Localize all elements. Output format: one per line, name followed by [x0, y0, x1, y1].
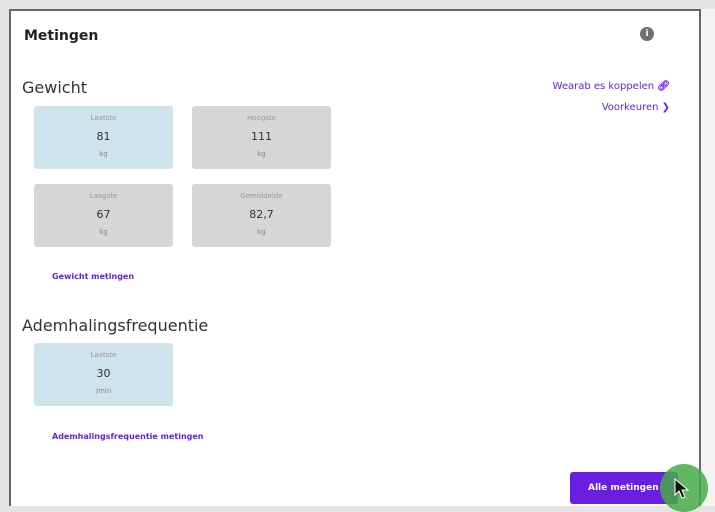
info-icon[interactable]: i: [640, 27, 654, 41]
section-title-gewicht: Gewicht: [22, 78, 87, 97]
tile-label: Gemiddelde: [240, 192, 283, 200]
gewicht-metingen-link[interactable]: Gewicht metingen: [52, 272, 134, 281]
tile-gewicht-laatste: Laatste 81 kg: [34, 106, 173, 169]
tile-label: Hoogste: [247, 114, 276, 122]
ademhaling-metingen-link[interactable]: Ademhalingsfrequentie metingen: [52, 432, 203, 441]
tile-unit: kg: [99, 228, 108, 236]
alle-metingen-label: Alle metingen: [588, 483, 659, 493]
tile-value: 81: [96, 130, 111, 143]
section-title-ademhaling: Ademhalingsfrequentie: [22, 316, 209, 335]
tile-gewicht-hoogste: Hoogste 111 kg: [192, 106, 331, 169]
voorkeuren-link[interactable]: Voorkeuren ❯: [602, 102, 670, 113]
tile-value: 67: [96, 208, 111, 221]
link-icon: 🔗︎: [657, 81, 670, 92]
card-title: Metingen: [24, 28, 99, 44]
tile-unit: kg: [257, 150, 266, 158]
tile-unit: kg: [99, 150, 108, 158]
tile-value: 111: [251, 130, 272, 143]
tile-gewicht-laagste: Laagste 67 kg: [34, 184, 173, 247]
tile-value: 82,7: [249, 208, 274, 221]
tile-label: Laatste: [90, 351, 117, 359]
chevron-right-icon: ❯: [661, 102, 670, 113]
voorkeuren-link-label: Voorkeuren: [601, 102, 659, 113]
tile-label: Laagste: [89, 192, 118, 200]
tile-label: Laatste: [90, 114, 117, 122]
tile-unit: /min: [95, 387, 112, 395]
tile-gewicht-gemiddelde: Gemiddelde 82,7 kg: [192, 184, 331, 247]
tile-value: 30: [96, 367, 111, 380]
tile-unit: kg: [257, 228, 266, 236]
wearables-link[interactable]: Wearab es koppelen 🔗︎: [553, 81, 670, 92]
tile-ademhaling-laatste: Laatste 30 /min: [34, 343, 173, 406]
mouse-cursor-icon: [674, 478, 690, 499]
right-scroll-area: [701, 9, 715, 506]
wearables-link-label: Wearab es koppelen: [552, 81, 655, 92]
